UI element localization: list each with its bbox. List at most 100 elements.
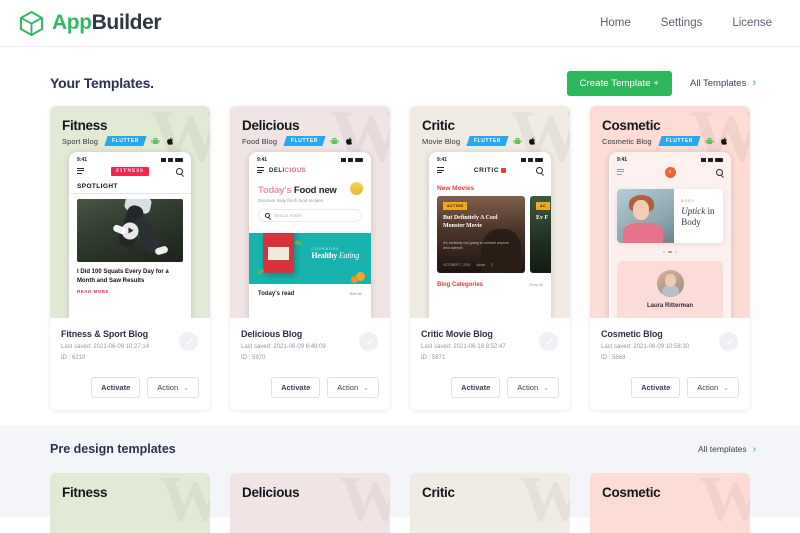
all-templates-link-bottom[interactable]: All templates › — [698, 444, 756, 455]
movie-title: But Definitely A Cool Monster Movie — [443, 214, 517, 231]
check-icon — [724, 337, 734, 347]
status-time: 9:41 — [77, 157, 87, 163]
article-photo — [617, 189, 674, 243]
all-templates-link[interactable]: All Templates › — [690, 78, 756, 89]
featured-article-card[interactable]: BODY Uptick in Body — [617, 189, 723, 243]
activate-button[interactable]: Activate — [271, 377, 320, 398]
create-template-button[interactable]: Create Template + — [567, 71, 672, 96]
movie-title: Ev F — [536, 214, 551, 222]
movie-genre-tag: AC — [536, 202, 550, 210]
brand-logo[interactable]: AppBuilder — [18, 10, 161, 37]
all-templates-label-bottom: All templates — [698, 444, 747, 454]
movie-date: OCTOBER 7, 2019 — [443, 263, 470, 267]
phone-section-head: Today's read See All — [249, 284, 371, 297]
action-label: Action — [157, 383, 178, 392]
flutter-badge-label: FLUTTER — [474, 138, 501, 144]
article-label: BODY — [681, 199, 723, 203]
phone-app-bar: DELICIOUS — [249, 165, 371, 179]
template-card[interactable]: W Delicious Food Blog FLUTTER 9:41 DELIC… — [230, 106, 390, 410]
author-panel: Laura Ritterman — [617, 261, 723, 318]
nav-item-license[interactable]: License — [732, 17, 772, 29]
brand-name: AppBuilder — [52, 11, 161, 35]
play-button-icon[interactable] — [122, 222, 139, 239]
card-title: Delicious Blog — [241, 329, 379, 339]
action-label: Action — [517, 383, 538, 392]
movie-description: It's certainly not going to convert anyo… — [443, 241, 515, 253]
brand-name-part1: App — [52, 11, 92, 34]
wifi-icon — [348, 158, 353, 162]
activate-button[interactable]: Activate — [451, 377, 500, 398]
pre-design-card[interactable]: W Delicious — [230, 473, 390, 533]
movie-genre-tag: ACTION — [443, 202, 467, 210]
template-card[interactable]: W Cosmetic Cosmetic Blog FLUTTER 9:41 ô — [590, 106, 750, 410]
action-dropdown-button[interactable]: Action ⌄ — [147, 377, 199, 398]
spotlight-heading: SPOTLIGHT — [69, 180, 191, 194]
wordpress-watermark-icon: W — [340, 473, 390, 531]
phone-mockup: 9:41 DELICIOUS Today's Food new Discover… — [249, 152, 371, 318]
phone-search-field[interactable]: Search Article — [258, 209, 362, 222]
search-icon — [536, 167, 543, 174]
wifi-icon — [708, 158, 713, 162]
nav-item-settings[interactable]: Settings — [661, 17, 703, 29]
search-icon — [265, 213, 270, 218]
cookbook-banner: COOKBOOK Healthy Eating — [249, 233, 371, 284]
card-actions: Activate Action ⌄ — [241, 377, 379, 398]
android-icon — [705, 136, 714, 146]
activate-button[interactable]: Activate — [91, 377, 140, 398]
delicious-logo: DELICIOUS — [269, 168, 306, 174]
pre-design-card[interactable]: W Critic — [410, 473, 570, 533]
article-title-em: Uptick — [681, 206, 705, 216]
pre-design-card-list: W Fitness W Delicious W Critic W Cosmeti… — [50, 473, 756, 533]
check-icon — [544, 337, 554, 347]
blog-categories-head: Blog Categories Show All — [429, 273, 551, 288]
phone-mockup: 9:41 ô BODY Uptick in Body — [609, 152, 731, 318]
wordpress-watermark-icon: W — [520, 473, 570, 531]
pre-design-card-name: Delicious — [242, 485, 378, 500]
banner-title: Healthy Eating — [311, 251, 359, 260]
action-dropdown-button[interactable]: Action ⌄ — [687, 377, 739, 398]
movie-comment-count: 3 — [491, 263, 493, 267]
phone-subheadline: Discover daily fresh food recipes. — [249, 196, 371, 203]
pre-design-title: Pre design templates — [50, 442, 176, 456]
your-templates-header: Your Templates. Create Template + All Te… — [0, 60, 800, 106]
wifi-icon — [528, 158, 533, 162]
pre-design-card-name: Fitness — [62, 485, 198, 500]
carousel-dots[interactable] — [609, 251, 731, 253]
movie-meta: OCTOBER 7, 2019 Admin 3 — [443, 263, 519, 267]
cosmetic-logo: ô — [665, 167, 676, 178]
pre-design-card[interactable]: W Cosmetic — [590, 473, 750, 533]
flutter-badge: FLUTTER — [283, 136, 325, 146]
activate-button[interactable]: Activate — [631, 377, 680, 398]
action-dropdown-button[interactable]: Action ⌄ — [327, 377, 379, 398]
movie-card-partial[interactable]: AC Ev F — [530, 196, 551, 273]
taco-icon — [350, 182, 363, 195]
hamburger-menu-icon — [257, 167, 264, 175]
chevron-down-icon: ⌄ — [723, 384, 729, 392]
card-id: ID : 5871 — [421, 355, 559, 361]
flutter-badge: FLUTTER — [466, 136, 508, 146]
card-preview: W Critic Movie Blog FLUTTER 9:41 CRITIC … — [410, 106, 570, 318]
check-icon — [364, 337, 374, 347]
card-info: Delicious Blog Last saved: 2021-06-09 6:… — [230, 318, 390, 410]
hamburger-menu-icon — [617, 169, 624, 177]
pre-design-card[interactable]: W Fitness — [50, 473, 210, 533]
action-label: Action — [337, 383, 358, 392]
preview-subtitle: Movie Blog — [422, 137, 460, 146]
card-preview: W Delicious Food Blog FLUTTER 9:41 DELIC… — [230, 106, 390, 318]
phone-status-bar: 9:41 — [609, 152, 731, 165]
preview-subtitle: Cosmetic Blog — [602, 137, 652, 146]
movie-card[interactable]: ACTION But Definitely A Cool Monster Mov… — [437, 196, 525, 273]
template-card[interactable]: W Critic Movie Blog FLUTTER 9:41 CRITIC … — [410, 106, 570, 410]
banner-title-em: Eating — [339, 251, 359, 260]
action-dropdown-button[interactable]: Action ⌄ — [507, 377, 559, 398]
status-icons — [341, 158, 363, 162]
template-card[interactable]: W Fitness Sport Blog FLUTTER 9:41 FITNES… — [50, 106, 210, 410]
all-templates-label: All Templates — [690, 78, 746, 89]
status-time: 9:41 — [437, 157, 447, 163]
cookbook-image — [263, 233, 294, 273]
critic-logo-dot-icon — [501, 168, 506, 173]
preview-subtitle: Sport Blog — [62, 137, 98, 146]
show-all-link: Show All — [529, 283, 543, 287]
nav-item-home[interactable]: Home — [600, 17, 631, 29]
status-time: 9:41 — [617, 157, 627, 163]
